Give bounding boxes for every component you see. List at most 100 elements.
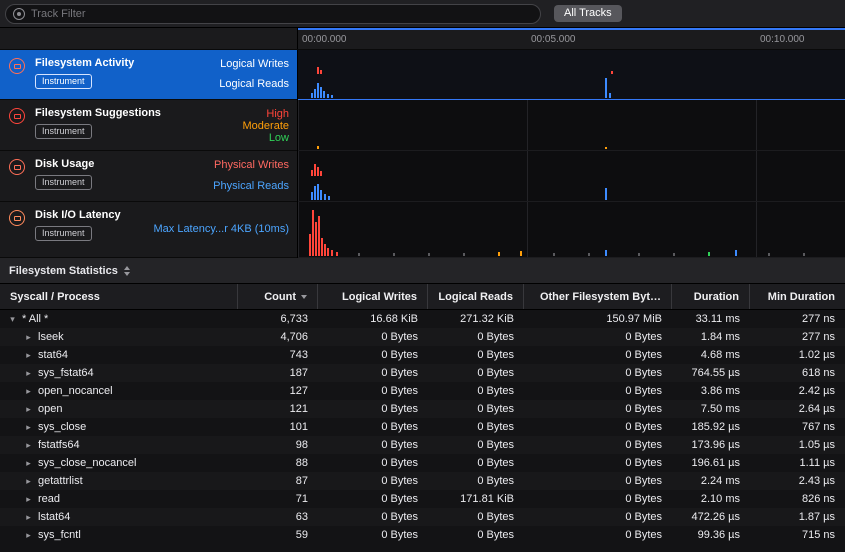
disclosure-collapsed-icon[interactable]: ▸ [24,404,33,415]
table-row-open-nocancel[interactable]: ▸open_nocancel1270 Bytes0 Bytes0 Bytes3.… [0,382,845,400]
tracks-region: Filesystem ActivityInstrumentLogical Wri… [0,50,845,258]
cell-other-filesystem-bytes: 0 Bytes [524,349,672,361]
syscall-cell: ▾ * All * [0,313,238,325]
track-row-filesystem-activity[interactable]: Filesystem ActivityInstrumentLogical Wri… [0,50,297,100]
cell-duration: 2.10 ms [672,493,750,505]
chart-spike [317,67,319,74]
track-row-disk-i-o-latency[interactable]: Disk I/O LatencyInstrumentMax Latency...… [0,202,297,258]
syscall-name: sys_close [38,421,86,433]
table-row-fstatfs64[interactable]: ▸fstatfs64980 Bytes0 Bytes0 Bytes173.96 … [0,436,845,454]
table-row-getattrlist[interactable]: ▸getattrlist870 Bytes0 Bytes0 Bytes2.24 … [0,472,845,490]
track-filter-input[interactable]: Track Filter [5,4,541,24]
chart-spike [323,91,325,98]
top-toolbar: Track Filter All Tracks [0,0,845,28]
disclosure-collapsed-icon[interactable]: ▸ [24,350,33,361]
cell-logical-reads: 0 Bytes [428,529,524,541]
syscall-name: lseek [38,331,64,343]
cell-logical-reads: 0 Bytes [428,331,524,343]
column-header-logical-reads[interactable]: Logical Reads [428,284,524,309]
table-row-open[interactable]: ▸open1210 Bytes0 Bytes0 Bytes7.50 ms2.64… [0,400,845,418]
syscall-cell: ▸read [0,493,238,505]
cell-other-filesystem-bytes: 0 Bytes [524,457,672,469]
chart-spike [463,253,465,256]
column-header-other-filesystem-byt[interactable]: Other Filesystem Byt… [524,284,672,309]
disclosure-collapsed-icon[interactable]: ▸ [24,476,33,487]
chart-spike [314,186,316,200]
column-header-logical-writes[interactable]: Logical Writes [318,284,428,309]
column-header-duration[interactable]: Duration [672,284,750,309]
track-label-physical-writes: Physical Writes [214,159,289,171]
chart-spike [331,95,333,98]
table-row-read[interactable]: ▸read710 Bytes171.81 KiB0 Bytes2.10 ms82… [0,490,845,508]
disclosure-collapsed-icon[interactable]: ▸ [24,512,33,523]
syscall-name: * All * [22,313,48,325]
track-row-disk-usage[interactable]: Disk UsageInstrumentPhysical WritesPhysi… [0,151,297,202]
all-tracks-button[interactable]: All Tracks [554,5,622,22]
table-row-sys-close-nocancel[interactable]: ▸sys_close_nocancel880 Bytes0 Bytes0 Byt… [0,454,845,472]
table-row-lseek[interactable]: ▸lseek4,7060 Bytes0 Bytes0 Bytes1.84 ms2… [0,328,845,346]
chart-spike [318,216,320,256]
cell-logical-writes: 0 Bytes [318,385,428,397]
syscall-name: sys_fstat64 [38,367,94,379]
table-row-sys-fcntl[interactable]: ▸sys_fcntl590 Bytes0 Bytes0 Bytes99.36 µ… [0,526,845,544]
chart-spike [315,222,317,256]
syscall-cell: ▸lstat64 [0,511,238,523]
cell-duration: 2.24 ms [672,475,750,487]
table-row-lstat64[interactable]: ▸lstat64630 Bytes0 Bytes0 Bytes472.26 µs… [0,508,845,526]
track-plot-disk-usage[interactable] [298,151,845,202]
disk-usage-icon-glyph [14,165,21,170]
disclosure-collapsed-icon[interactable]: ▸ [24,368,33,379]
chart-spike [605,188,607,200]
disclosure-collapsed-icon[interactable]: ▸ [24,494,33,505]
chart-spike [311,93,313,98]
timeline-ruler[interactable]: 00:00.00000:05.00000:10.000 [298,28,845,49]
plot-rows [298,50,845,258]
track-plot-filesystem-activity[interactable] [298,50,845,100]
column-header-count[interactable]: Count [238,284,318,309]
table-row-sys-close[interactable]: ▸sys_close1010 Bytes0 Bytes0 Bytes185.92… [0,418,845,436]
cell-duration: 472.26 µs [672,511,750,523]
table-row-stat64[interactable]: ▸stat647430 Bytes0 Bytes0 Bytes4.68 ms1.… [0,346,845,364]
track-plot-disk-i-o-latency[interactable] [298,202,845,258]
track-list-header-corner [0,28,298,49]
column-header-min-duration[interactable]: Min Duration [750,284,845,309]
plot-area[interactable] [298,50,845,258]
cell-count: 187 [238,367,318,379]
table-row-all[interactable]: ▾* All *6,73316.68 KiB271.32 KiB150.97 M… [0,310,845,328]
filesystem-suggestions-icon-glyph [14,114,21,119]
disclosure-expanded-icon[interactable]: ▾ [8,314,17,325]
detail-pane-popup-icon[interactable] [124,266,130,276]
track-plot-filesystem-suggestions[interactable] [298,100,845,151]
column-header-syscall-process[interactable]: Syscall / Process [0,284,238,309]
disclosure-collapsed-icon[interactable]: ▸ [24,386,33,397]
cell-other-filesystem-bytes: 150.97 MiB [524,313,672,325]
cell-duration: 99.36 µs [672,529,750,541]
syscall-cell: ▸getattrlist [0,475,238,487]
cell-min-duration: 2.43 µs [750,475,845,487]
disclosure-collapsed-icon[interactable]: ▸ [24,440,33,451]
cell-duration: 185.92 µs [672,421,750,433]
cell-logical-writes: 0 Bytes [318,511,428,523]
column-header-label: Count [264,291,296,303]
cell-other-filesystem-bytes: 0 Bytes [524,511,672,523]
cell-min-duration: 277 ns [750,331,845,343]
disclosure-collapsed-icon[interactable]: ▸ [24,458,33,469]
disclosure-collapsed-icon[interactable]: ▸ [24,332,33,343]
cell-logical-reads: 0 Bytes [428,511,524,523]
cell-min-duration: 1.87 µs [750,511,845,523]
filter-icon [13,8,25,20]
detail-toolbar: Filesystem Statistics [0,258,845,284]
chart-spike [768,253,770,256]
chart-spike [638,253,640,256]
column-header-label: Logical Reads [438,291,513,303]
instrument-badge: Instrument [35,226,92,241]
table-row-sys-fstat64[interactable]: ▸sys_fstat641870 Bytes0 Bytes0 Bytes764.… [0,364,845,382]
disclosure-collapsed-icon[interactable]: ▸ [24,530,33,541]
track-row-filesystem-suggestions[interactable]: Filesystem SuggestionsInstrumentHighMode… [0,100,297,151]
cell-logical-reads: 0 Bytes [428,349,524,361]
chart-spike [320,190,322,200]
chart-spike [331,250,333,256]
disclosure-collapsed-icon[interactable]: ▸ [24,422,33,433]
chart-spike [321,238,323,256]
cell-logical-writes: 0 Bytes [318,421,428,433]
